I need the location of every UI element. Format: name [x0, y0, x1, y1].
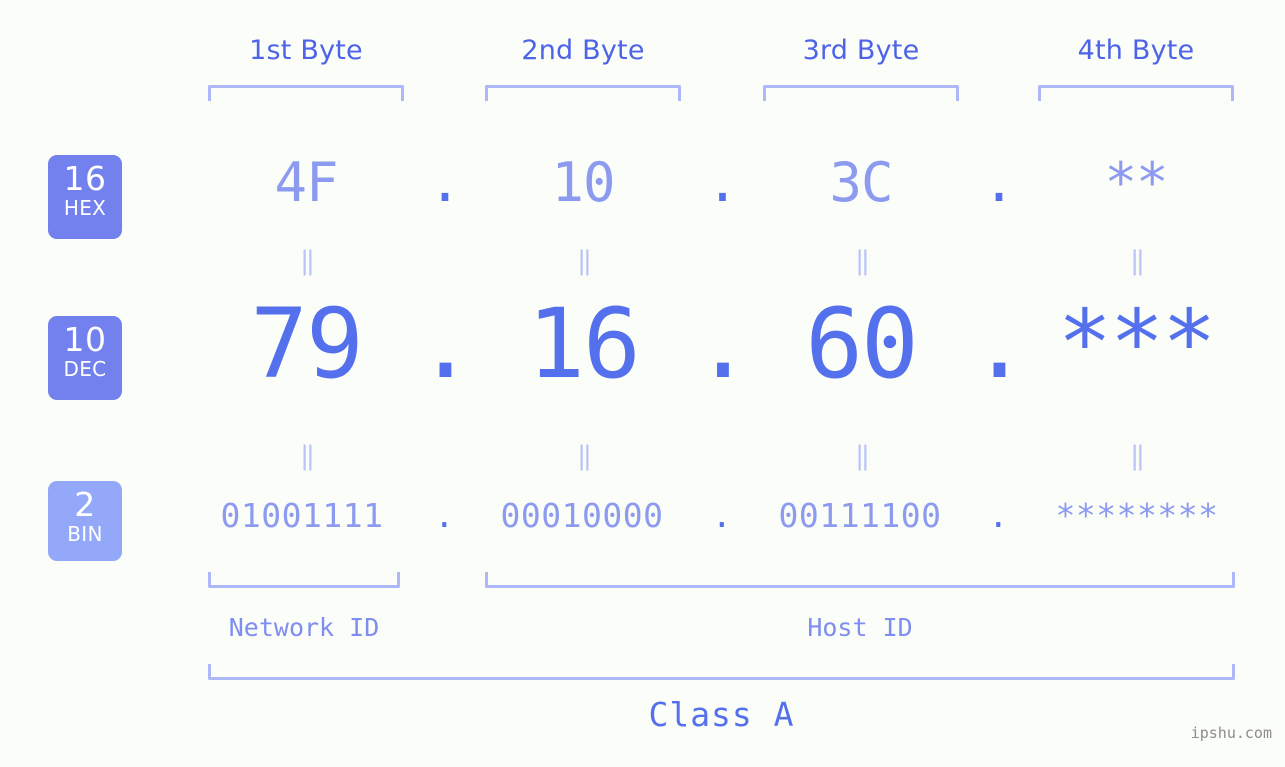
dec-byte-1: 79 [250, 288, 364, 400]
radix-badge-dec-system: DEC [63, 357, 107, 381]
radix-badge-bin-system: BIN [67, 522, 103, 546]
dec-separator-2: . [694, 288, 752, 400]
hex-byte-4: ** [1104, 151, 1168, 214]
radix-badge-bin: 2 BIN [48, 481, 122, 561]
watermark: ipshu.com [1190, 724, 1272, 742]
network-id-bracket [208, 572, 400, 588]
byte-bracket-1 [208, 85, 404, 101]
radix-badge-hex: 16 HEX [48, 155, 122, 239]
ip-address-breakdown-diagram: 1st Byte 2nd Byte 3rd Byte 4th Byte 16 H… [0, 0, 1285, 767]
equals-mark-hex-dec-3: || [855, 246, 870, 276]
hex-byte-2: 10 [551, 151, 615, 214]
byte-header-1: 1st Byte [249, 35, 363, 66]
bin-separator-3: . [988, 496, 1009, 535]
hex-separator-3: . [982, 151, 1016, 214]
dec-byte-3: 60 [805, 288, 919, 400]
byte-bracket-2 [485, 85, 681, 101]
bin-byte-3: 00111100 [778, 496, 942, 535]
dec-byte-4: *** [1057, 291, 1217, 396]
bin-byte-1: 01001111 [220, 496, 384, 535]
bin-separator-2: . [711, 496, 733, 535]
dec-byte-2: 16 [527, 288, 641, 400]
radix-badge-hex-number: 16 [63, 159, 107, 198]
dec-separator-3: . [970, 288, 1029, 400]
radix-badge-dec: 10 DEC [48, 316, 122, 400]
dec-separator-1: . [416, 288, 475, 400]
byte-bracket-3 [763, 85, 959, 101]
network-id-label: Network ID [228, 613, 380, 642]
host-id-label: Host ID [807, 613, 913, 642]
class-bracket [208, 664, 1235, 680]
hex-separator-2: . [706, 151, 739, 214]
equals-mark-dec-bin-4: || [1130, 441, 1145, 471]
byte-header-2: 2nd Byte [521, 35, 645, 66]
equals-mark-dec-bin-3: || [855, 441, 870, 471]
byte-bracket-4 [1038, 85, 1234, 101]
radix-badge-dec-number: 10 [63, 320, 107, 359]
equals-mark-hex-dec-2: || [577, 246, 592, 276]
radix-badge-bin-number: 2 [74, 485, 96, 524]
byte-header-4: 4th Byte [1077, 35, 1195, 66]
equals-mark-hex-dec-4: || [1130, 246, 1145, 276]
byte-header-3: 3rd Byte [802, 35, 920, 66]
hex-separator-1: . [428, 151, 462, 214]
equals-mark-hex-dec-1: || [300, 246, 315, 276]
equals-mark-dec-bin-2: || [577, 441, 592, 471]
radix-badge-hex-system: HEX [63, 196, 107, 220]
bin-byte-2: 00010000 [500, 496, 664, 535]
hex-byte-3: 3C [829, 151, 893, 214]
host-id-bracket [485, 572, 1235, 588]
hex-byte-1: 4F [274, 151, 338, 214]
class-label: Class A [648, 695, 795, 734]
bin-separator-1: . [434, 496, 455, 535]
equals-mark-dec-bin-1: || [300, 441, 315, 471]
bin-byte-4: ******** [1055, 496, 1219, 535]
